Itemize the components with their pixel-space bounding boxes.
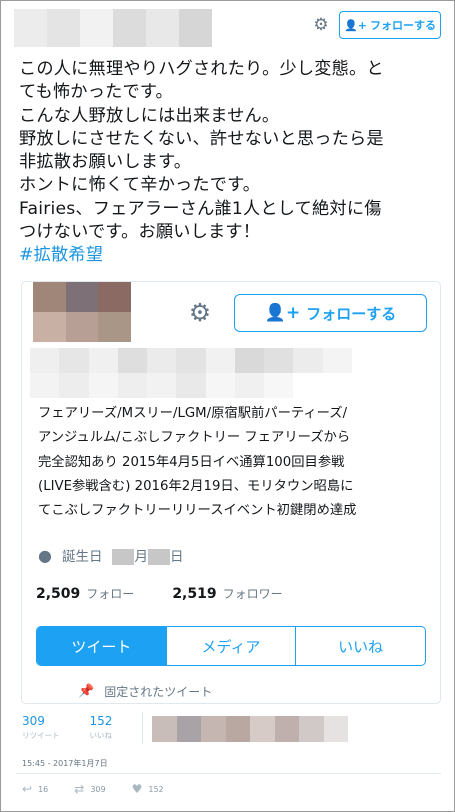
profile-tabs: ツイート メディア いいね: [36, 626, 426, 666]
tweet-line: 非拡散お願いします。: [19, 152, 192, 173]
tweet-line: 野放しにさせたくない、許せないと思ったら是: [19, 128, 384, 149]
following-count: 2,509: [36, 586, 81, 602]
pinned-tweet-header: 📌 固定されたツイート: [78, 683, 212, 700]
profile-stats: 2,509 フォロー 2,519 フォロワー: [36, 585, 283, 602]
tweet-line: Fairies、フェアラーさん誰1人として絶対に傷: [19, 198, 382, 219]
like-button[interactable]: ♥ 152: [132, 782, 164, 796]
tab-likes[interactable]: いいね: [295, 627, 425, 665]
birthday-month-suffix: 月: [134, 549, 148, 565]
divider: [16, 773, 441, 774]
redacted-month: [112, 549, 135, 565]
likes-count: 152: [89, 714, 113, 728]
redacted-day: [147, 549, 170, 565]
tweet-line: ても怖かったです。: [19, 82, 173, 103]
divider: [142, 712, 143, 744]
bio-line: てこぶしファクトリーリリースイベント初鍵閉め達成: [38, 503, 357, 519]
retweets-stat[interactable]: 309 リツイート: [22, 714, 60, 741]
tweet-line: こんな人野放しには出来ません。: [19, 105, 280, 126]
reply-count: 16: [38, 784, 49, 794]
retweet-count: 309: [90, 784, 106, 794]
balloon-icon: ●: [38, 545, 52, 565]
followers-stat[interactable]: 2,519 フォロワー: [172, 585, 282, 602]
pin-icon: 📌: [78, 684, 95, 699]
following-stat[interactable]: 2,509 フォロー: [36, 585, 134, 602]
person-plus-icon: 👤+: [344, 18, 367, 32]
bio-line: フェアリーズ/Mスリー/LGM/原宿駅前パーティーズ/: [38, 406, 348, 421]
tweet-line: つけないです。お願いします！: [19, 222, 261, 243]
engagement-counts: 309 リツイート 152 いいね: [22, 714, 112, 741]
retweet-icon: ⇄: [74, 782, 85, 796]
likes-stat[interactable]: 152 いいね: [90, 714, 113, 741]
bio-line: (LIVE参戦含む) 2016年2月19日、モリタウン昭島に: [38, 478, 354, 494]
person-plus-icon: 👤+: [264, 303, 301, 323]
profile-bio: フェアリーズ/Mスリー/LGM/原宿駅前パーティーズ/ アンジュルム/こぶしファ…: [38, 402, 438, 523]
followers-label: フォロワー: [222, 587, 283, 601]
profile-follow-button[interactable]: 👤+ フォローする: [234, 294, 427, 332]
hashtag-link[interactable]: #拡散希望: [19, 244, 444, 267]
retweets-count: 309: [22, 714, 45, 728]
heart-icon: ♥: [131, 782, 143, 796]
likes-label: いいね: [89, 731, 113, 740]
birthday-value: 月日: [112, 545, 183, 565]
bio-line: 完全認知あり 2015年4月5日イベ通算100回目参戦: [38, 454, 345, 470]
like-count: 152: [148, 784, 164, 794]
birthday-row: ● 誕生日 月日: [38, 545, 183, 565]
avatar[interactable]: [33, 282, 131, 342]
following-label: フォロー: [86, 587, 135, 601]
bio-line: アンジュルム/こぶしファクトリー フェアリーズから: [38, 430, 351, 446]
tweet-line: ホントに怖くて辛かったです。: [19, 175, 261, 196]
blurred-user-name: [14, 9, 212, 47]
follow-button-label: フォローする: [369, 19, 436, 32]
tweet-text: この人に無理やりハグされたり。少し変態。と ても怖かったです。 こんな人野放しに…: [19, 58, 444, 268]
reply-button[interactable]: ↩ 16: [22, 782, 48, 796]
tweet-actions: ↩ 16 ⇄ 309 ♥ 152: [22, 782, 190, 796]
blurred-profile-name: [30, 348, 352, 398]
gear-icon[interactable]: ⚙: [187, 300, 213, 326]
tab-tweets[interactable]: ツイート: [37, 627, 166, 665]
profile-follow-label: フォローする: [306, 304, 397, 323]
retweets-label: リツイート: [22, 731, 60, 740]
birthday-label: 誕生日: [61, 549, 103, 565]
tab-media[interactable]: メディア: [165, 627, 296, 665]
retweet-button[interactable]: ⇄ 309: [74, 782, 105, 796]
reply-icon: ↩: [22, 782, 33, 796]
followers-count: 2,519: [172, 586, 217, 602]
gear-icon[interactable]: ⚙: [312, 16, 330, 34]
follow-button[interactable]: 👤+ フォローする: [339, 11, 441, 39]
birthday-day-suffix: 日: [169, 549, 184, 565]
profile-card[interactable]: ⚙ 👤+ フォローする フェアリーズ/Mスリー/LGM/原宿駅前パーティーズ/ …: [21, 281, 441, 704]
tweet-timestamp[interactable]: 15:45 - 2017年1月7日: [22, 758, 108, 769]
tweet-line: この人に無理やりハグされたり。少し変態。と: [19, 59, 384, 79]
liker-avatars[interactable]: [152, 716, 348, 742]
pinned-label: 固定されたツイート: [104, 685, 213, 699]
